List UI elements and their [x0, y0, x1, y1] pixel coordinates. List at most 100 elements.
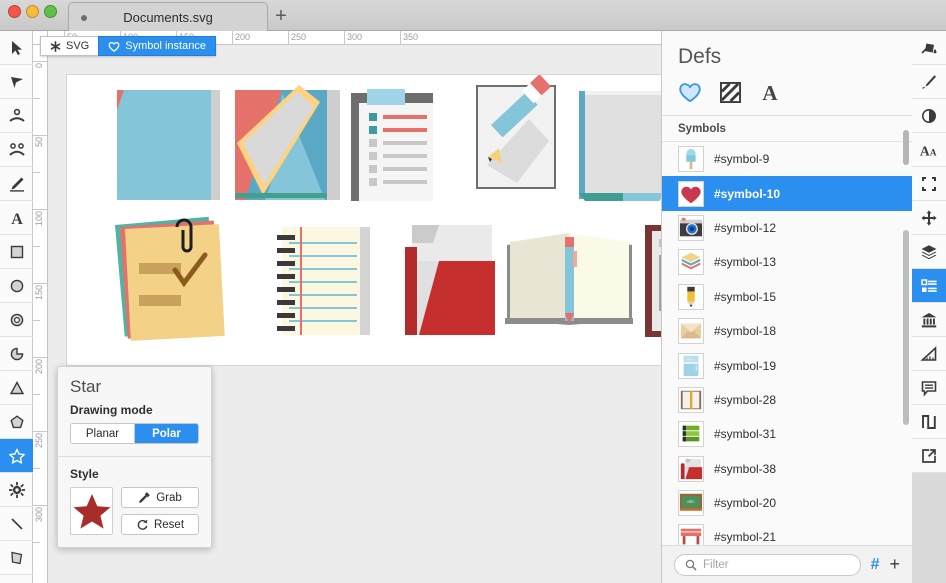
- context-chip-symbol-instance[interactable]: Symbol instance: [98, 36, 216, 56]
- zoom-button[interactable]: [44, 5, 57, 18]
- context-chip-svg[interactable]: SVG: [40, 36, 100, 56]
- gear-icon: [8, 481, 25, 498]
- symbol-list-item[interactable]: #symbol-15: [662, 280, 912, 314]
- search-icon: [685, 559, 697, 571]
- defs-tab-patterns[interactable]: [720, 79, 741, 105]
- layers-tool[interactable]: [912, 235, 946, 269]
- ring-icon: [10, 313, 23, 326]
- reset-style-label: Reset: [153, 518, 185, 531]
- symbol-list-item[interactable]: #symbol-18: [662, 314, 912, 348]
- symbol-list-item[interactable]: #symbol-13: [662, 245, 912, 279]
- vertical-ruler[interactable]: 0 50 100 150 200 250 300: [33, 45, 48, 583]
- contrast-circle-icon: [922, 108, 936, 123]
- ruler-minor-tick: [33, 468, 40, 469]
- defs-tool[interactable]: [912, 269, 946, 303]
- closed-book: [579, 91, 665, 201]
- select-tool[interactable]: [0, 31, 33, 65]
- line-tool[interactable]: [0, 507, 33, 541]
- close-button[interactable]: [8, 5, 21, 18]
- direct-select-tool[interactable]: [0, 65, 33, 99]
- ruler-tick-label: 300: [347, 32, 363, 42]
- polygon-tool[interactable]: [0, 405, 33, 439]
- transform-tool[interactable]: [912, 167, 946, 201]
- star-icon: [8, 448, 25, 464]
- context-chip-svg-label: SVG: [66, 40, 90, 52]
- drawing-mode-label: Drawing mode: [70, 403, 153, 417]
- library-tool[interactable]: [912, 303, 946, 337]
- typography-tool[interactable]: A A: [912, 133, 946, 167]
- window-controls: [8, 5, 57, 18]
- ruler-tick-label: 100: [34, 211, 44, 227]
- style-swatch[interactable]: [70, 487, 113, 535]
- symbol-list-item[interactable]: abc #symbol-20: [662, 486, 912, 520]
- symbol-list-item[interactable]: #symbol-38: [662, 452, 912, 486]
- donut-tool[interactable]: [0, 303, 33, 337]
- layers-cube-icon: [678, 249, 704, 276]
- ruler-minor-tick: [33, 320, 40, 321]
- opacity-tool[interactable]: [912, 99, 946, 133]
- envelope-icon: [678, 318, 704, 345]
- defs-tab-fonts[interactable]: A: [759, 79, 781, 105]
- arrow-cursor-icon: [11, 40, 22, 55]
- path-tool[interactable]: [912, 405, 946, 439]
- symbol-list-item[interactable]: #symbol-21: [662, 520, 912, 545]
- book-stack-icon: [678, 421, 704, 448]
- drawing-mode-planar[interactable]: Planar: [71, 424, 134, 443]
- symbol-list-item[interactable]: #symbol-12: [662, 211, 912, 245]
- pencil-icon: [678, 283, 704, 310]
- text-tool[interactable]: A: [0, 201, 33, 235]
- filter-input[interactable]: Filter: [674, 553, 861, 576]
- square-icon: [10, 245, 23, 258]
- triangle-tool[interactable]: [0, 371, 33, 405]
- star-tool[interactable]: [0, 439, 33, 473]
- export-arrow-icon: [922, 448, 936, 463]
- ruler-tick-label: 250: [34, 433, 44, 449]
- symbol-list-item[interactable]: #symbol-28: [662, 383, 912, 417]
- minimize-button[interactable]: [26, 5, 39, 18]
- red-folder: [405, 225, 495, 335]
- ruler-minor-tick: [33, 172, 40, 173]
- add-button[interactable]: +: [889, 554, 900, 575]
- ruler-tick-label: 0: [34, 63, 44, 69]
- new-tab-button[interactable]: +: [268, 2, 294, 31]
- two-node-tool[interactable]: [0, 133, 33, 167]
- grab-style-button[interactable]: Grab: [121, 487, 199, 508]
- ruler-tick-label: 200: [235, 32, 251, 42]
- font-size-icon: A A: [920, 143, 937, 158]
- artboard[interactable]: [66, 74, 673, 366]
- comment-tool[interactable]: [912, 371, 946, 405]
- pie-tool[interactable]: [0, 337, 33, 371]
- panel-scrollbar[interactable]: [903, 130, 909, 165]
- freeform-tool[interactable]: [0, 541, 33, 575]
- pencil-tool[interactable]: [0, 167, 33, 201]
- fill-tool[interactable]: [912, 31, 946, 65]
- defs-tab-symbols[interactable]: [678, 79, 702, 105]
- symbol-list-item-label: #symbol-21: [714, 530, 777, 545]
- symbols-list[interactable]: #symbol-9 #symbol-10 #symbol-12 #symbol-13 #…: [662, 142, 912, 545]
- ruler-tick: [33, 505, 47, 506]
- defs-tab-bar: A: [662, 75, 912, 116]
- hash-button[interactable]: #: [871, 556, 880, 574]
- export-tool[interactable]: [912, 439, 946, 473]
- style-section: Style Grab Reset: [58, 456, 211, 547]
- ruler-tick: [33, 135, 47, 136]
- symbol-list-item[interactable]: #symbol-10: [662, 176, 912, 211]
- pencil-on-paper: [476, 74, 556, 189]
- stroke-tool[interactable]: [912, 65, 946, 99]
- rectangle-tool[interactable]: [0, 235, 33, 269]
- style-label: Style: [70, 467, 99, 481]
- node-tool[interactable]: [0, 99, 33, 133]
- chalkboard-icon: abc: [678, 490, 704, 517]
- symbol-list-item[interactable]: #symbol-31: [662, 417, 912, 451]
- gear-tool[interactable]: [0, 473, 33, 507]
- star-options-panel: Star Drawing mode Planar Polar Style Gra…: [57, 366, 212, 548]
- reset-style-button[interactable]: Reset: [121, 514, 199, 535]
- symbols-list-scrollbar[interactable]: [903, 230, 909, 425]
- symbol-list-item[interactable]: #symbol-19: [662, 348, 912, 382]
- drawing-mode-polar[interactable]: Polar: [134, 424, 198, 443]
- measure-tool[interactable]: [912, 337, 946, 371]
- ellipse-tool[interactable]: [0, 269, 33, 303]
- symbol-list-item[interactable]: #symbol-9: [662, 142, 912, 176]
- document-tab[interactable]: Documents.svg: [68, 2, 268, 31]
- move-tool[interactable]: [912, 201, 946, 235]
